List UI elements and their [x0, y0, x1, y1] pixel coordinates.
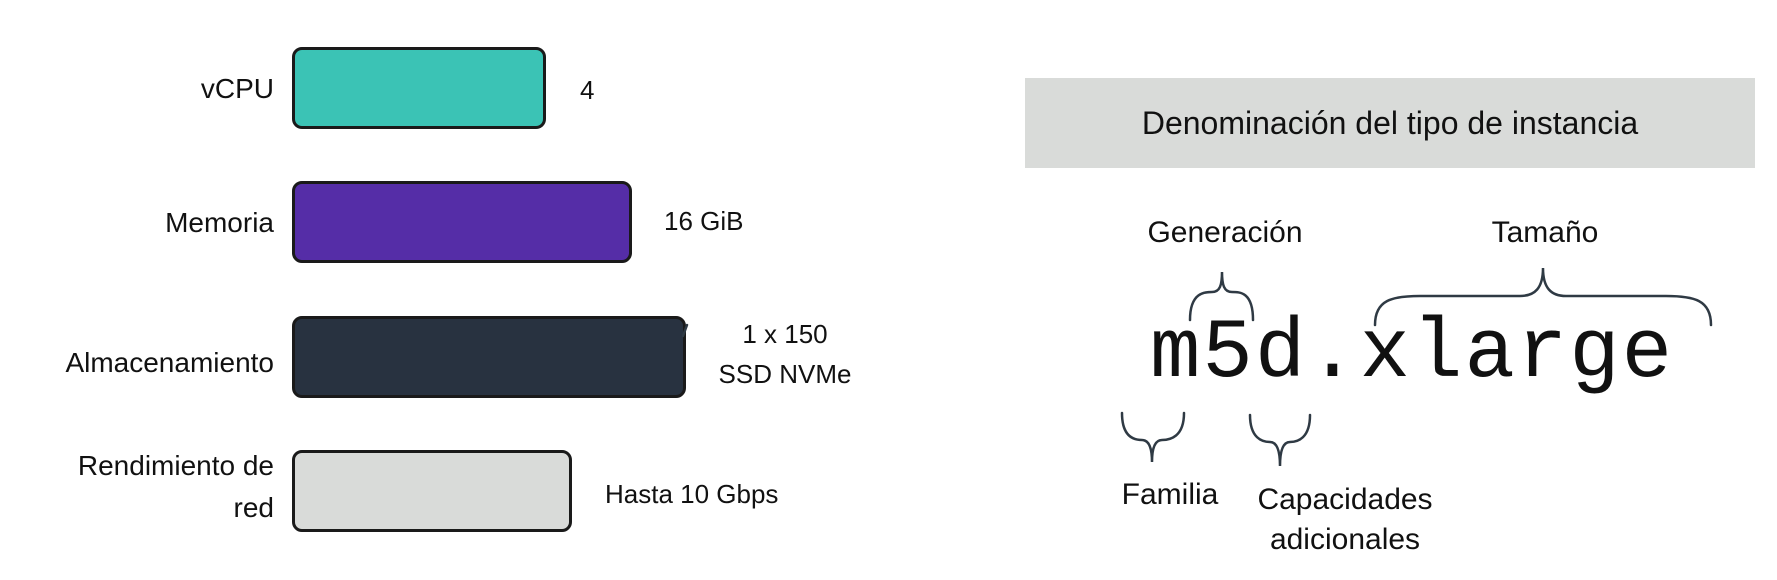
- generation-brace-icon: [1188, 271, 1255, 322]
- additional-capabilities-brace-icon: [1248, 413, 1312, 467]
- storage-tick-icon: [681, 323, 689, 338]
- family-brace-icon: [1120, 411, 1186, 463]
- braces-layer: [681, 267, 1713, 467]
- size-brace-icon: [1373, 267, 1713, 327]
